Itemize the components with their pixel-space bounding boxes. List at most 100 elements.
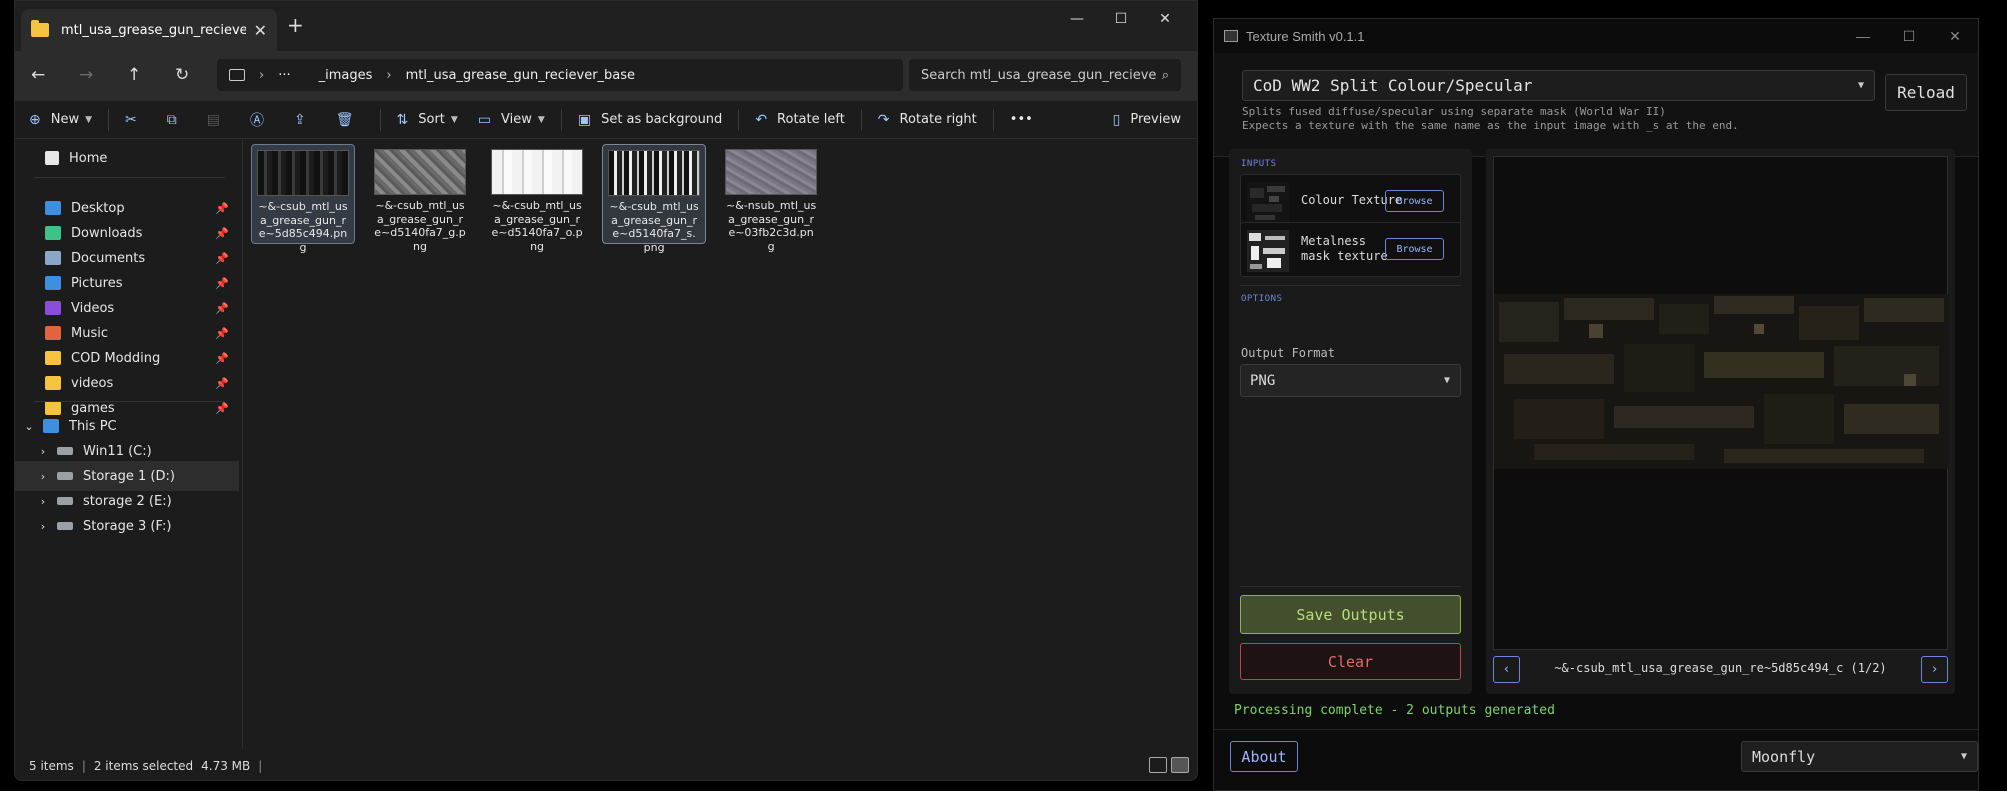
computer-icon <box>229 69 245 81</box>
selection-count: 2 items selected <box>93 758 194 773</box>
scissors-icon: ✂ <box>125 111 137 128</box>
pin-icon[interactable]: 📌 <box>215 352 229 365</box>
back-button[interactable]: ← <box>31 65 45 85</box>
preview-pane-button[interactable]: ▯ Preview <box>1103 104 1191 136</box>
chevron-right-icon[interactable]: › <box>29 520 57 533</box>
minimize-button[interactable]: — <box>1055 5 1099 33</box>
pin-icon[interactable]: 📌 <box>215 202 229 215</box>
breadcrumb-current[interactable]: mtl_usa_grease_gun_reciever_base <box>406 68 635 83</box>
sidebar-item-drive[interactable]: › Storage 3 (F:) <box>15 511 239 541</box>
close-tab-icon[interactable]: ✕ <box>254 21 267 40</box>
rotate-right-button[interactable]: ↷ Rotate right <box>868 104 987 136</box>
rename-button[interactable]: Ⓐ <box>240 104 284 136</box>
maximize-button[interactable]: ☐ <box>1886 22 1932 50</box>
rotate-left-button[interactable]: ↶ Rotate left <box>745 104 854 136</box>
sidebar-item-label: Pictures <box>71 275 123 291</box>
file-thumbnail <box>374 149 467 195</box>
share-button[interactable]: ⇪ <box>284 104 326 136</box>
pin-icon[interactable]: 📌 <box>215 277 229 290</box>
pin-icon[interactable]: 📌 <box>215 377 229 390</box>
rotate-left-icon: ↶ <box>755 111 768 128</box>
chevron-right-icon[interactable]: › <box>29 445 57 458</box>
file-item[interactable]: ~&-nsub_mtl_usa_grease_gun_re~03fb2c3d.p… <box>719 144 823 253</box>
clear-button[interactable]: Clear <box>1240 643 1461 680</box>
paste-icon: ▤ <box>206 111 220 128</box>
thumbnail-view-icon[interactable] <box>1171 757 1189 773</box>
pane-divider[interactable] <box>242 139 243 749</box>
chevron-down-icon: ▼ <box>450 114 458 125</box>
sidebar-item-home[interactable]: Home <box>15 143 239 173</box>
output-format-select[interactable]: PNG ▼ <box>1240 364 1461 397</box>
browse-colour-button[interactable]: Browse <box>1385 190 1444 212</box>
view-label: View <box>501 112 532 127</box>
rotate-left-label: Rotate left <box>777 112 845 127</box>
next-output-button[interactable]: › <box>1921 656 1948 683</box>
chevron-down-icon: ▼ <box>85 114 93 125</box>
preset-select[interactable]: CoD WW2 Split Colour/Specular ▼ <box>1242 70 1875 101</box>
theme-select[interactable]: Moonfly ▼ <box>1741 741 1978 772</box>
sidebar-item-label: This PC <box>69 418 117 434</box>
paste-button[interactable]: ▤ <box>197 104 240 136</box>
file-thumbnail <box>725 149 818 195</box>
file-item[interactable]: ~&-csub_mtl_usa_grease_gun_re~d5140fa7_s… <box>602 144 707 254</box>
pin-icon[interactable]: 📌 <box>215 327 229 340</box>
status-bar: 5 items | 2 items selected 4.73 MB | <box>15 749 1197 780</box>
divider <box>860 108 862 131</box>
pin-icon[interactable]: 📌 <box>215 302 229 315</box>
file-name: ~&-csub_mtl_usa_grease_gun_re~d5140fa7_g… <box>374 199 466 253</box>
search-icon: ⌕ <box>1161 67 1169 83</box>
preview-pane-icon: ▯ <box>1112 111 1121 128</box>
folder-icon <box>45 301 61 315</box>
texture-preview-image <box>1494 294 1949 469</box>
reload-button[interactable]: Reload <box>1885 74 1967 111</box>
more-options-button[interactable]: ••• <box>1000 104 1043 136</box>
details-view-icon[interactable] <box>1149 757 1167 773</box>
breadcrumb-separator: › <box>259 67 265 83</box>
chevron-right-icon[interactable]: › <box>29 495 57 508</box>
about-button[interactable]: About <box>1230 741 1298 772</box>
folder-icon <box>31 20 49 37</box>
breadcrumb-images[interactable]: _images <box>319 68 373 83</box>
view-button[interactable]: ▭ View ▼ <box>468 104 555 136</box>
pin-icon[interactable]: 📌 <box>215 227 229 240</box>
close-window-button[interactable]: ✕ <box>1932 22 1978 50</box>
breadcrumb-more[interactable]: ··· <box>278 68 290 83</box>
forward-button[interactable]: → <box>79 65 93 85</box>
copy-button[interactable]: ⧉ <box>157 104 197 136</box>
chevron-right-icon[interactable]: › <box>29 470 57 483</box>
search-box[interactable]: Search mtl_usa_grease_gun_recieve ⌕ <box>909 59 1181 91</box>
delete-button[interactable]: 🗑 <box>326 104 374 136</box>
colour-texture-input: Colour Texture Browse <box>1240 174 1461 229</box>
file-item[interactable]: ~&-csub_mtl_usa_grease_gun_re~d5140fa7_o… <box>485 144 589 253</box>
sidebar-item-label: COD Modding <box>71 350 161 366</box>
preview-label: Preview <box>1130 112 1181 127</box>
new-label: New <box>50 112 80 127</box>
file-thumbnail <box>257 150 349 196</box>
file-item[interactable]: ~&-csub_mtl_usa_grease_gun_re~d5140fa7_g… <box>368 144 472 253</box>
save-outputs-button[interactable]: Save Outputs <box>1240 595 1461 634</box>
new-tab-button[interactable]: + <box>287 13 304 37</box>
command-bar: ⊕ New ▼ ✂ ⧉ ▤ Ⓐ ⇪ 🗑 ⇅ Sort ▼ ▭ View ▼ ▣ … <box>15 101 1197 139</box>
cut-button[interactable]: ✂ <box>115 104 157 136</box>
maximize-button[interactable]: ☐ <box>1099 5 1143 33</box>
chevron-down-icon: ▼ <box>1443 375 1450 386</box>
new-button[interactable]: ⊕ New ▼ <box>19 104 102 136</box>
up-button[interactable]: ↑ <box>127 65 141 85</box>
sidebar-item-label: Home <box>69 150 108 166</box>
preset-header: CoD WW2 Split Colour/Specular ▼ Splits f… <box>1214 53 1978 157</box>
address-bar[interactable]: › ··· _images › mtl_usa_grease_gun_recie… <box>217 59 903 91</box>
search-input[interactable]: Search mtl_usa_grease_gun_recieve <box>921 68 1162 83</box>
sidebar-item-label: Music <box>71 325 108 341</box>
minimize-button[interactable]: — <box>1840 22 1886 50</box>
close-window-button[interactable]: ✕ <box>1143 5 1187 33</box>
chevron-down-icon[interactable]: ⌄ <box>15 420 43 433</box>
home-icon <box>45 151 59 165</box>
metalness-mask-thumbnail <box>1247 230 1289 272</box>
explorer-tab[interactable]: mtl_usa_grease_gun_reciever_ ✕ <box>21 9 277 51</box>
browse-mask-button[interactable]: Browse <box>1385 238 1444 260</box>
refresh-button[interactable]: ↻ <box>175 65 189 85</box>
sort-button[interactable]: ⇅ Sort ▼ <box>387 104 468 136</box>
pin-icon[interactable]: 📌 <box>215 252 229 265</box>
set-background-button[interactable]: ▣ Set as background <box>568 104 732 136</box>
file-item[interactable]: ~&-csub_mtl_usa_grease_gun_re~5d85c494.p… <box>251 144 355 254</box>
